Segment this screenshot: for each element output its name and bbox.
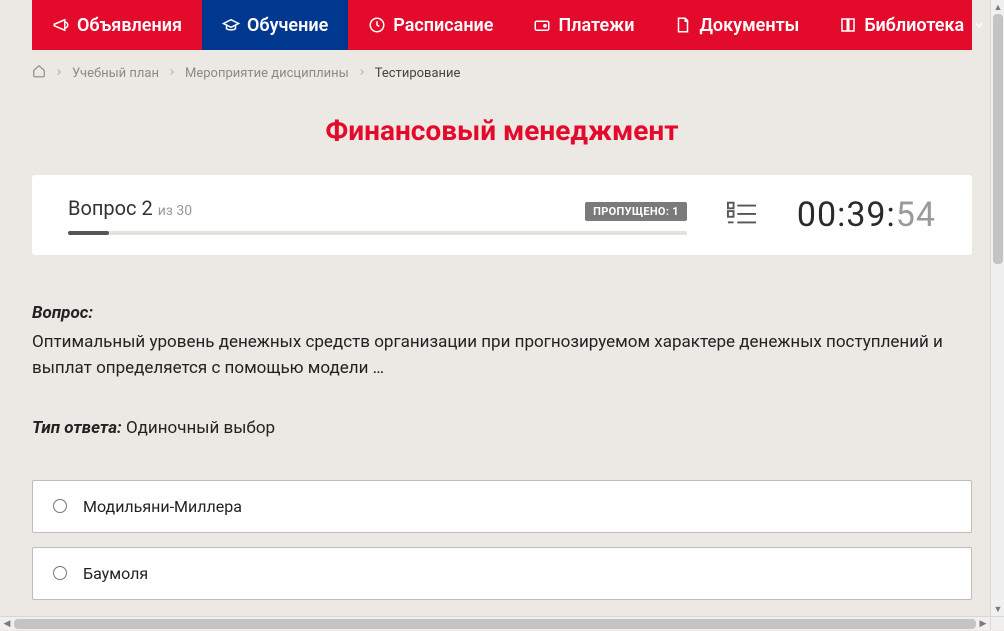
page-title: Финансовый менеджмент [32,114,972,147]
breadcrumb-current: Тестирование [375,66,461,81]
chevron-right-icon [357,66,367,81]
document-icon [674,16,692,34]
scroll-left-icon[interactable]: ◀ [0,617,14,631]
chevron-right-icon [167,66,177,81]
vertical-scrollbar[interactable]: ▲ ▼ [990,0,1004,616]
options-list: Модильяни-Миллера Баумоля [32,480,972,600]
skipped-badge: ПРОПУЩЕНО: 1 [585,202,687,221]
option-label: Баумоля [83,564,148,583]
wallet-icon [533,16,551,34]
question-list-button[interactable] [717,197,767,233]
nav-announcements[interactable]: Объявления [32,0,202,50]
scrollbar-thumb[interactable] [993,14,1003,264]
progress-block: Вопрос 2 из 30 ПРОПУЩЕНО: 1 [68,196,687,235]
book-icon [839,16,857,34]
scroll-corner [990,616,1004,630]
chevron-down-icon [971,15,985,36]
breadcrumb: Учебный план Мероприятие дисциплины Тест… [32,50,972,96]
nav-item-label: Библиотека [864,15,964,36]
question-label: Вопрос: [32,303,972,323]
option-item[interactable]: Модильяни-Миллера [32,480,972,533]
nav-documents[interactable]: Документы [654,0,819,50]
timer-seconds-minor: 54 [896,195,936,235]
chevron-right-icon [54,66,64,81]
answer-type-value: Одиночный выбор [126,418,275,438]
nav-learning[interactable]: Обучение [202,0,348,50]
progress-fill [68,231,109,235]
nav-item-label: Объявления [77,15,182,36]
breadcrumb-link[interactable]: Учебный план [72,66,159,81]
progress-track [68,231,687,235]
scroll-down-icon[interactable]: ▼ [991,602,1004,616]
timer-seconds-major: 39 [846,195,886,235]
question-total: из 30 [158,203,192,219]
answer-type-label: Тип ответа: [32,418,122,438]
home-icon[interactable] [32,64,46,82]
graduation-cap-icon [222,16,240,34]
question-text: Оптимальный уровень денежных средств орг… [32,329,972,382]
content: Вопрос: Оптимальный уровень денежных сре… [32,255,972,600]
option-item[interactable]: Баумоля [32,547,972,600]
nav-item-label: Документы [699,15,799,36]
question-current: Вопрос 2 [68,196,153,220]
nav-item-label: Платежи [558,15,634,36]
megaphone-icon [52,16,70,34]
status-bar: Вопрос 2 из 30 ПРОПУЩЕНО: 1 00:39:54 [32,175,972,255]
horizontal-scrollbar[interactable]: ◀ ▶ [0,616,990,630]
option-label: Модильяни-Миллера [83,497,242,516]
option-radio[interactable] [53,566,67,580]
scroll-right-icon[interactable]: ▶ [976,617,990,631]
timer-minutes: 00 [797,195,837,235]
timer: 00:39:54 [797,195,936,235]
nav-item-label: Обучение [247,15,328,36]
scrollbar-thumb[interactable] [14,619,976,629]
clock-icon [368,16,386,34]
answer-type: Тип ответа: Одиночный выбор [32,418,972,438]
breadcrumb-link[interactable]: Мероприятие дисциплины [185,66,349,81]
scroll-up-icon[interactable]: ▲ [991,0,1004,14]
top-nav: Объявления Обучение Расписание Платежи Д… [32,0,972,50]
question-counter: Вопрос 2 из 30 [68,196,192,220]
nav-library[interactable]: Библиотека [819,0,1004,50]
nav-item-label: Расписание [393,15,493,36]
option-radio[interactable] [53,499,67,513]
nav-payments[interactable]: Платежи [513,0,654,50]
nav-schedule[interactable]: Расписание [348,0,513,50]
